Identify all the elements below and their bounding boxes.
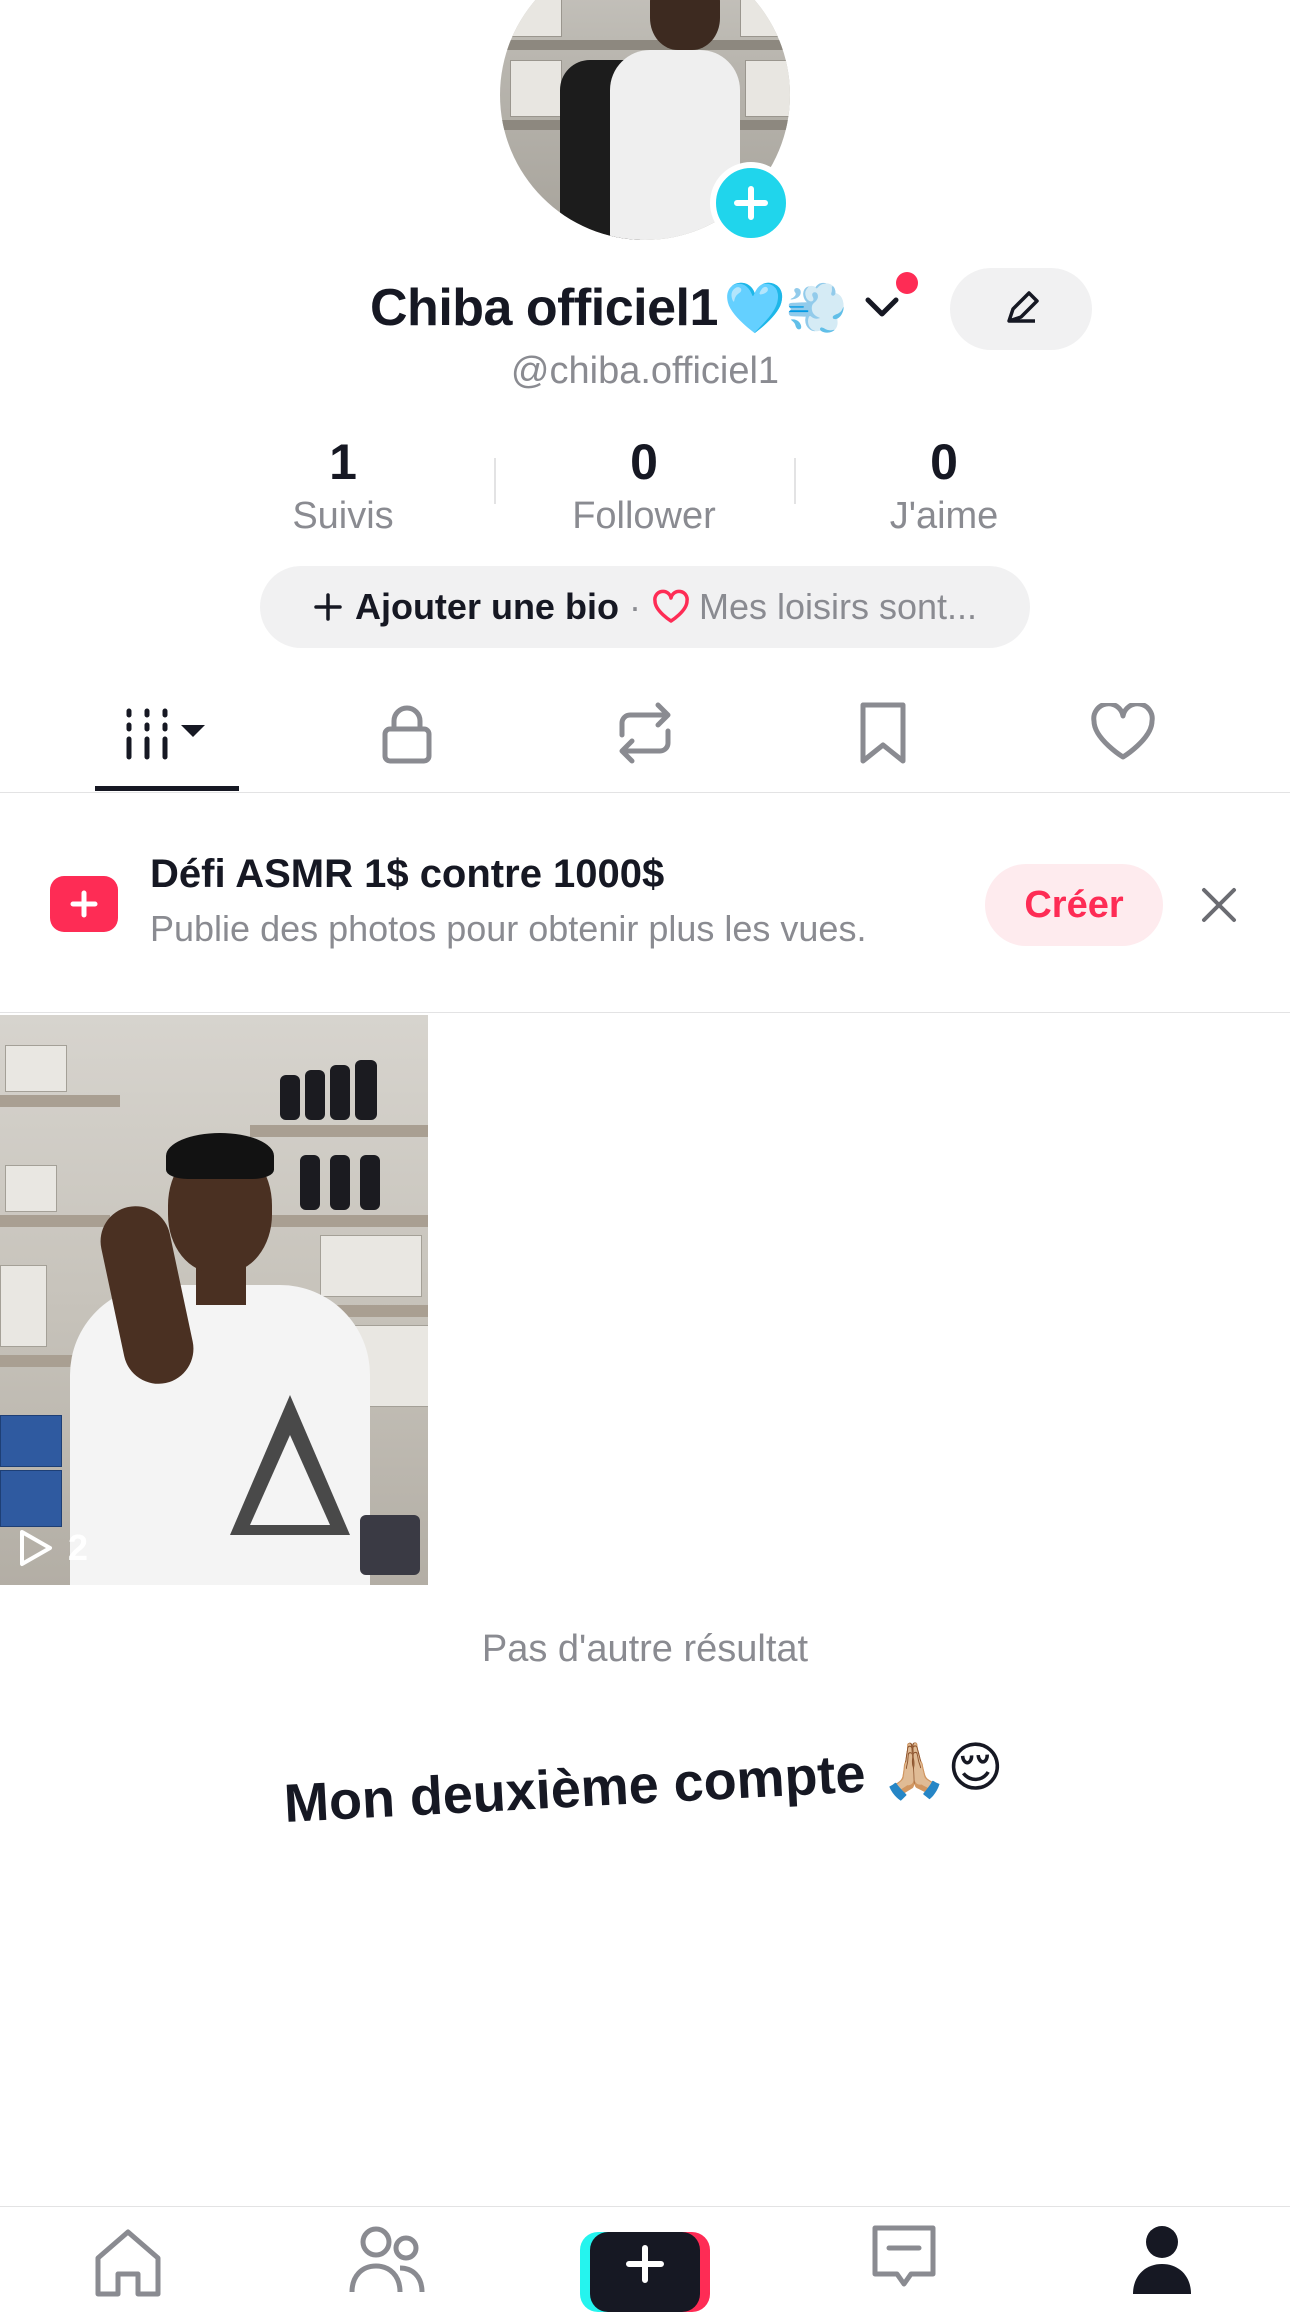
profile-icon bbox=[1133, 2226, 1191, 2294]
inbox-icon bbox=[872, 2225, 936, 2287]
tab-liked[interactable] bbox=[1043, 700, 1203, 766]
profile-name: Chiba officiel1 bbox=[370, 279, 718, 337]
close-icon[interactable] bbox=[1196, 882, 1242, 928]
repost-icon bbox=[619, 702, 671, 764]
add-bio: Ajouter une bio bbox=[313, 586, 619, 628]
nav-create[interactable] bbox=[580, 2232, 710, 2312]
bio-separator: · bbox=[628, 586, 641, 627]
stat-value: 0 bbox=[930, 434, 958, 490]
tab-videos[interactable] bbox=[87, 700, 247, 766]
bottom-nav-divider bbox=[0, 2206, 1290, 2207]
hobbies-label: Mes loisirs sont... bbox=[698, 586, 978, 627]
promo-subtitle: Publie des photos pour obtenir plus les … bbox=[150, 908, 867, 949]
friends-icon bbox=[349, 2226, 425, 2293]
followers-stat[interactable]: 0 Follower bbox=[524, 432, 764, 540]
promo-divider bbox=[0, 1012, 1290, 1013]
grid-icon bbox=[126, 708, 205, 760]
tab-reposts[interactable] bbox=[565, 700, 725, 766]
stat-divider bbox=[794, 458, 796, 504]
home-icon bbox=[95, 2229, 161, 2297]
create-button[interactable]: Créer bbox=[985, 864, 1163, 946]
add-bio-button[interactable]: Ajouter une bio · Mes loisirs sont... bbox=[260, 566, 1030, 648]
hobbies-prompt: Mes loisirs sont... bbox=[651, 586, 977, 628]
following-stat[interactable]: 1 Suivis bbox=[223, 432, 463, 540]
view-count: 2 bbox=[68, 1527, 89, 1568]
likes-stat[interactable]: 0 J'aime bbox=[824, 432, 1064, 540]
add-avatar-button[interactable] bbox=[710, 162, 792, 244]
create-icon bbox=[626, 2245, 664, 2283]
promo-title: Défi ASMR 1$ contre 1000$ bbox=[150, 852, 665, 896]
stat-divider bbox=[494, 458, 496, 504]
heart-icon bbox=[1091, 703, 1155, 760]
profile-name-row[interactable]: Chiba officiel1 🩵💨 bbox=[370, 278, 848, 338]
profile-name-emojis: 🩵💨 bbox=[723, 278, 848, 337]
play-icon bbox=[20, 1530, 52, 1566]
pencil-icon bbox=[1007, 291, 1039, 323]
bookmark-icon bbox=[860, 702, 906, 764]
edit-profile-button[interactable] bbox=[950, 268, 1092, 350]
notification-dot bbox=[896, 272, 918, 294]
create-challenge-icon bbox=[50, 876, 118, 932]
caption-emojis: 🙏🏼😌 bbox=[878, 1734, 1006, 1804]
plus-icon bbox=[734, 186, 768, 220]
heart-icon bbox=[653, 589, 689, 623]
nav-profile[interactable] bbox=[1102, 2222, 1222, 2302]
stat-value: 1 bbox=[329, 434, 357, 490]
tab-divider bbox=[0, 792, 1290, 793]
stat-label: Suivis bbox=[292, 495, 394, 537]
stat-label: Follower bbox=[572, 495, 716, 537]
nav-friends[interactable] bbox=[328, 2222, 448, 2302]
active-tab-indicator bbox=[95, 786, 239, 791]
stat-value: 0 bbox=[630, 434, 658, 490]
lock-icon bbox=[382, 705, 432, 764]
video-views: 2 bbox=[14, 1527, 88, 1569]
chevron-down-icon[interactable] bbox=[862, 290, 902, 326]
caption-text: Mon deuxième compte bbox=[282, 1743, 867, 1834]
tab-saved[interactable] bbox=[803, 700, 963, 766]
nav-inbox[interactable] bbox=[844, 2222, 964, 2302]
no-more-results: Pas d'autre résultat bbox=[481, 1628, 809, 1670]
tab-private[interactable] bbox=[327, 700, 487, 766]
plus-icon bbox=[314, 593, 342, 621]
nav-home[interactable] bbox=[68, 2222, 188, 2302]
stat-label: J'aime bbox=[889, 495, 999, 537]
profile-handle: @chiba.officiel1 bbox=[510, 350, 780, 392]
add-bio-label: Ajouter une bio bbox=[354, 586, 619, 627]
video-thumbnail[interactable] bbox=[0, 1015, 428, 1585]
caption-overlay: Mon deuxième compte 🙏🏼😌 bbox=[282, 1734, 1005, 1836]
